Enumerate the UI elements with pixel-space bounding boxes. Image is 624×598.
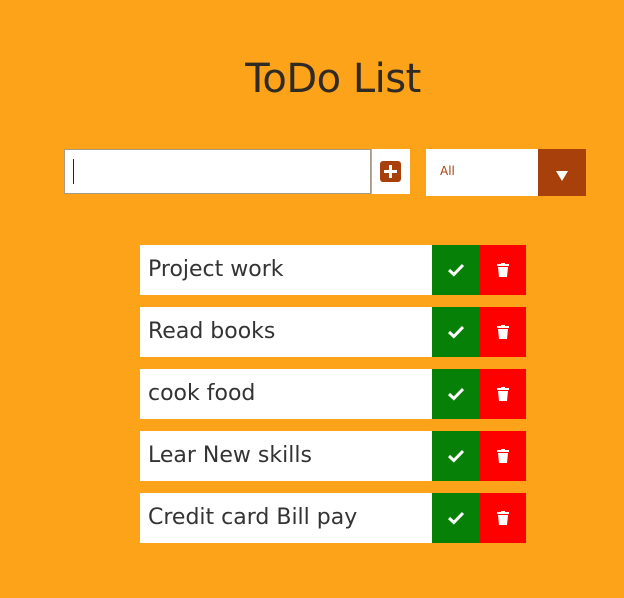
check-icon <box>448 387 464 401</box>
todo-text: Credit card Bill pay <box>148 505 358 530</box>
todo-text: Project work <box>148 257 284 282</box>
complete-button[interactable] <box>432 493 480 543</box>
text-caret <box>73 159 74 184</box>
todo-input[interactable] <box>64 149 371 194</box>
page-title: ToDo List <box>245 55 421 102</box>
check-icon <box>448 511 464 525</box>
plus-square-icon <box>380 161 401 182</box>
filter-select[interactable]: All <box>426 149 586 196</box>
filter-selected-value: All <box>440 164 455 178</box>
delete-button[interactable] <box>480 307 526 357</box>
delete-button[interactable] <box>480 431 526 481</box>
todo-text: Read books <box>148 319 276 344</box>
todo-item: Credit card Bill pay <box>140 493 526 543</box>
caret-down-icon <box>556 171 568 181</box>
filter-dropdown-toggle[interactable] <box>538 149 586 196</box>
todo-item: Project work <box>140 245 526 295</box>
check-icon <box>448 263 464 277</box>
trash-icon <box>497 325 509 339</box>
check-icon <box>448 325 464 339</box>
complete-button[interactable] <box>432 307 480 357</box>
complete-button[interactable] <box>432 431 480 481</box>
todo-form: All <box>64 149 586 196</box>
todo-item: Read books <box>140 307 526 357</box>
todo-item: cook food <box>140 369 526 419</box>
trash-icon <box>497 511 509 525</box>
todo-item: Lear New skills <box>140 431 526 481</box>
add-todo-button[interactable] <box>372 149 410 194</box>
trash-icon <box>497 263 509 277</box>
delete-button[interactable] <box>480 245 526 295</box>
complete-button[interactable] <box>432 369 480 419</box>
trash-icon <box>497 387 509 401</box>
check-icon <box>448 449 464 463</box>
todo-list: Project work Read books cook food Lear N… <box>140 245 526 555</box>
trash-icon <box>497 449 509 463</box>
delete-button[interactable] <box>480 369 526 419</box>
delete-button[interactable] <box>480 493 526 543</box>
todo-text: Lear New skills <box>148 443 312 468</box>
complete-button[interactable] <box>432 245 480 295</box>
todo-text: cook food <box>148 381 256 406</box>
